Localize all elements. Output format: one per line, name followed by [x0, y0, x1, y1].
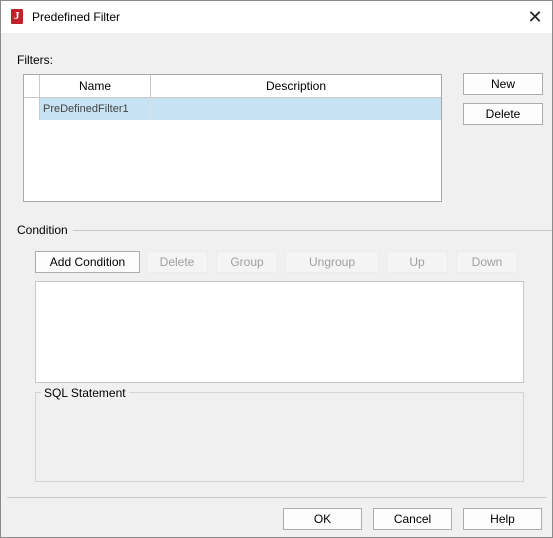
add-condition-button[interactable]: Add Condition [35, 251, 140, 273]
cancel-button[interactable]: Cancel [373, 508, 452, 530]
predefined-filter-dialog: J Predefined Filter ✕ Filters: Name Desc… [0, 0, 553, 538]
filters-table[interactable]: Name Description PreDefinedFilter1 [23, 74, 442, 202]
filter-description-cell[interactable] [151, 98, 441, 120]
table-row[interactable]: PreDefinedFilter1 [24, 98, 441, 120]
app-logo-icon: J [11, 9, 23, 24]
delete-filter-button[interactable]: Delete [463, 103, 543, 125]
column-header-description[interactable]: Description [151, 75, 441, 98]
new-button[interactable]: New [463, 73, 543, 95]
up-button[interactable]: Up [386, 251, 448, 273]
condition-label: Condition [17, 223, 68, 237]
footer-separator [7, 497, 546, 498]
filters-label: Filters: [17, 53, 53, 67]
app-logo-letter: J [14, 10, 20, 22]
column-header-name[interactable]: Name [40, 75, 151, 98]
title-bar: J Predefined Filter ✕ [1, 1, 552, 33]
condition-editor[interactable] [35, 281, 524, 383]
ungroup-button[interactable]: Ungroup [285, 251, 379, 273]
filter-name-cell[interactable]: PreDefinedFilter1 [40, 98, 151, 120]
help-button[interactable]: Help [463, 508, 542, 530]
condition-separator [73, 230, 552, 231]
row-header-corner [24, 75, 40, 98]
ok-button[interactable]: OK [283, 508, 362, 530]
dialog-title: Predefined Filter [32, 10, 121, 24]
group-button[interactable]: Group [216, 251, 278, 273]
sql-statement-box [35, 392, 524, 482]
row-header [24, 98, 40, 120]
close-icon[interactable]: ✕ [524, 6, 546, 28]
down-button[interactable]: Down [456, 251, 518, 273]
delete-condition-button[interactable]: Delete [146, 251, 208, 273]
sql-statement-label: SQL Statement [41, 386, 129, 400]
